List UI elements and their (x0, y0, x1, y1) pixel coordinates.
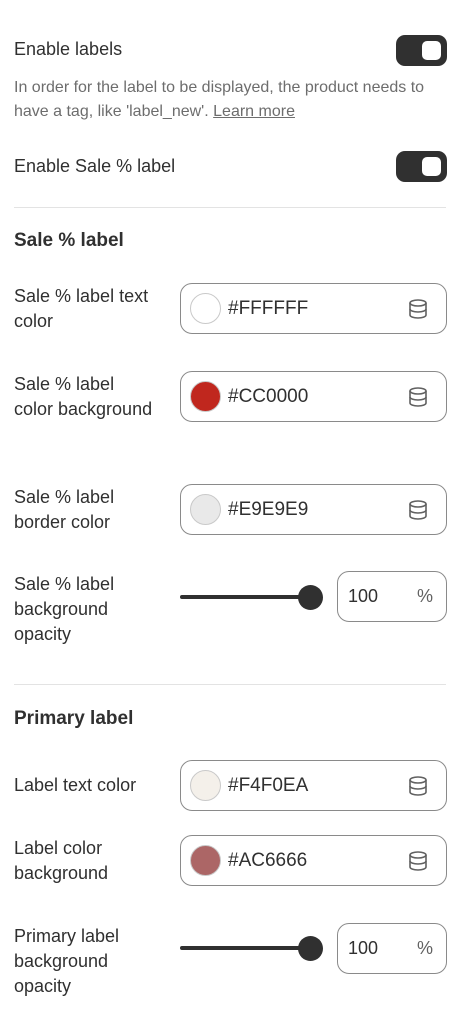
color-swatch[interactable] (190, 494, 221, 525)
sale-bg-color-label: Sale % label color background (14, 374, 153, 419)
primary-bg-color-field[interactable]: #AC6666 (180, 835, 447, 886)
divider (14, 684, 446, 685)
enable-labels-label: Enable labels (14, 39, 123, 59)
primary-opacity-slider[interactable] (180, 936, 323, 961)
sale-text-color-field[interactable]: #FFFFFF (180, 283, 447, 334)
primary-opacity-label: Primary label background opacity (14, 926, 120, 996)
primary-text-color-field[interactable]: #F4F0EA (180, 760, 447, 811)
primary-bg-color-label: Label color background (14, 838, 109, 883)
color-swatch[interactable] (190, 381, 221, 412)
enable-sale-toggle[interactable] (396, 151, 447, 182)
toggle-knob (422, 41, 441, 60)
color-hex-value[interactable]: #CC0000 (228, 372, 308, 421)
sale-border-color-label: Sale % label border color (14, 487, 115, 532)
sale-section-heading: Sale % label (14, 230, 124, 251)
enable-labels-toggle[interactable] (396, 35, 447, 66)
database-icon[interactable] (407, 499, 429, 521)
sale-opacity-label: Sale % label background opacity (14, 574, 115, 644)
opacity-value[interactable]: 100 (348, 572, 378, 621)
color-hex-value[interactable]: #E9E9E9 (228, 485, 308, 534)
database-icon[interactable] (407, 298, 429, 320)
sale-opacity-input[interactable]: 100 % (337, 571, 447, 622)
color-swatch[interactable] (190, 770, 221, 801)
primary-section-heading: Primary label (14, 708, 134, 729)
sale-text-color-label: Sale % label text color (14, 286, 149, 331)
sale-border-color-field[interactable]: #E9E9E9 (180, 484, 447, 535)
percent-unit: % (416, 586, 433, 606)
enable-labels-help: In order for the label to be displayed, … (14, 76, 434, 124)
percent-unit: % (416, 938, 433, 958)
color-hex-value[interactable]: #FFFFFF (228, 284, 308, 333)
sale-opacity-slider[interactable] (180, 585, 323, 610)
database-icon[interactable] (407, 386, 429, 408)
toggle-knob (422, 157, 441, 176)
color-hex-value[interactable]: #F4F0EA (228, 761, 308, 810)
color-swatch[interactable] (190, 293, 221, 324)
database-icon[interactable] (407, 775, 429, 797)
slider-thumb[interactable] (298, 585, 323, 610)
color-hex-value[interactable]: #AC6666 (228, 836, 307, 885)
opacity-value[interactable]: 100 (348, 924, 378, 973)
learn-more-link[interactable]: Learn more (213, 103, 295, 120)
sale-bg-color-field[interactable]: #CC0000 (180, 371, 447, 422)
primary-text-color-label: Label text color (14, 775, 137, 795)
color-swatch[interactable] (190, 845, 221, 876)
enable-sale-label: Enable Sale % label (14, 156, 176, 176)
slider-thumb[interactable] (298, 936, 323, 961)
divider (14, 207, 446, 208)
database-icon[interactable] (407, 850, 429, 872)
primary-opacity-input[interactable]: 100 % (337, 923, 447, 974)
